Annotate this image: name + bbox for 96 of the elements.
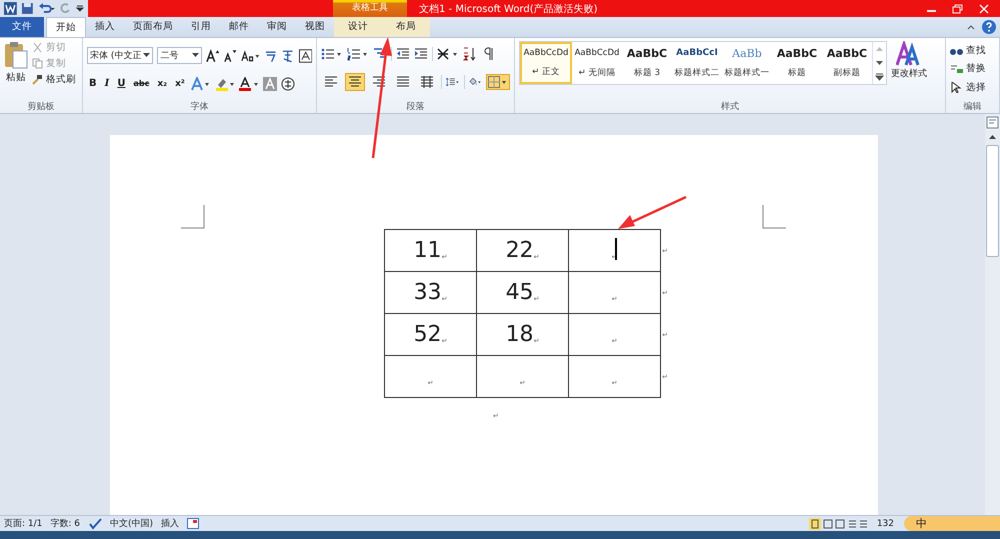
highlighter-icon[interactable] (214, 76, 235, 91)
font-size-field[interactable]: 二号 (157, 47, 202, 64)
word-logo-icon (4, 2, 17, 15)
format-button[interactable]: x₂ (155, 78, 170, 89)
enclose-character-icon[interactable] (280, 76, 295, 91)
ribbon-tab[interactable]: 视图 (296, 17, 334, 37)
change-styles-button[interactable]: 更改样式 (891, 41, 927, 80)
style-item[interactable]: AaBbC 标题 3 (622, 42, 672, 84)
pointer-icon (950, 82, 963, 94)
numbering-icon[interactable] (347, 47, 369, 61)
ribbon-tab[interactable]: 文件 (0, 17, 44, 37)
insert-mode[interactable]: 插入 (161, 517, 180, 530)
line-spacing-icon[interactable] (446, 75, 460, 89)
chinese-layout-icon[interactable] (437, 47, 459, 61)
borders-button[interactable] (486, 74, 510, 90)
format-button[interactable]: U (115, 78, 128, 90)
style-item[interactable]: AaBbCcDd ↵ 正文 (520, 42, 572, 84)
replace-button[interactable]: 替换 (950, 62, 986, 76)
ribbon-tab[interactable]: 设计 (334, 17, 382, 37)
change-case-icon[interactable] (240, 48, 260, 63)
annotation-arrow (618, 196, 687, 229)
format-button[interactable]: B (87, 78, 99, 90)
ribbon-tab[interactable]: 插入 (86, 17, 124, 37)
style-item[interactable]: AaBbCcDd ↵ 无间隔 (572, 42, 622, 84)
language-indicator[interactable]: 中文(中国) (110, 517, 154, 530)
group-label: 样式 (720, 100, 740, 113)
margin-corner-mark (181, 205, 205, 229)
window-title: 文档1 - Microsoft Word(产品激活失败) (419, 2, 598, 16)
enclosed-character-icon[interactable] (298, 48, 312, 63)
ruler-toggle-icon[interactable] (986, 116, 999, 129)
context-tab-group: 表格工具 (333, 0, 407, 17)
align-button[interactable] (345, 73, 365, 91)
group-label: 段落 (406, 100, 426, 113)
align-center-icon (348, 76, 362, 88)
scroll-down-icon[interactable] (875, 59, 884, 67)
style-item[interactable]: AaBb 标题样式一 (722, 42, 772, 84)
word-count[interactable]: 字数: 6 (50, 517, 80, 530)
page-count[interactable]: 页面: 1/1 (4, 517, 42, 530)
find-button[interactable]: 查找 (950, 44, 986, 57)
format-painter-button[interactable]: 格式刷 (32, 73, 76, 86)
grid-icon (488, 76, 508, 88)
restore-icon[interactable] (952, 4, 964, 14)
ribbon-tab[interactable]: 邮件 (220, 17, 258, 37)
scissors-icon (32, 42, 43, 53)
undo-icon[interactable] (38, 2, 56, 15)
paste-button[interactable]: 粘贴 (4, 41, 28, 97)
zoom-level[interactable]: 132 (876, 518, 894, 528)
letters-icon (896, 41, 922, 67)
ime-indicator[interactable]: 中 (904, 516, 1000, 531)
group-label: 剪贴板 (26, 100, 56, 113)
justify-icon (396, 76, 410, 88)
multilevel-list-icon[interactable] (373, 47, 387, 61)
format-button[interactable]: x² (173, 78, 187, 89)
ribbon-tab[interactable]: 引用 (182, 17, 220, 37)
replace-icon (950, 63, 963, 74)
style-item[interactable]: AaBbCcI 标题样式二 (672, 42, 722, 84)
ribbon-tab[interactable]: 布局 (382, 17, 430, 37)
margin-corner-mark (762, 205, 786, 229)
group-label: 字体 (190, 100, 210, 113)
font-name-field[interactable]: 宋体 (中文正 (87, 47, 154, 64)
help-icon[interactable] (982, 20, 996, 34)
clipboard-icon (4, 41, 28, 69)
distributed-icon (420, 76, 434, 88)
save-icon[interactable] (20, 2, 34, 15)
format-button[interactable]: I (102, 78, 112, 90)
view-buttons-icon[interactable] (808, 518, 869, 530)
shrink-font-icon[interactable] (223, 48, 237, 63)
ribbon-tab[interactable]: 审阅 (258, 17, 296, 37)
ribbon-tab[interactable]: 页面布局 (124, 17, 182, 37)
align-right-icon (372, 76, 386, 88)
increase-indent-icon[interactable] (414, 47, 428, 61)
vertical-scrollbar[interactable] (985, 114, 1000, 515)
more-styles-icon[interactable] (875, 73, 884, 81)
dropdown-caret-icon (143, 53, 150, 58)
macro-icon[interactable] (187, 518, 200, 529)
grow-font-icon[interactable] (206, 48, 220, 63)
decrease-indent-icon[interactable] (396, 47, 410, 61)
text-effects-icon[interactable] (190, 76, 211, 91)
sort-icon[interactable] (463, 47, 477, 61)
brush-icon (32, 74, 43, 85)
dropdown-caret-icon (192, 53, 199, 58)
character-border-icon[interactable] (281, 48, 295, 63)
scrollbar-thumb[interactable] (986, 145, 999, 257)
style-item[interactable]: AaBbC 标题 (772, 42, 822, 84)
bullets-icon[interactable] (321, 47, 343, 61)
phonetic-guide-icon[interactable] (264, 48, 278, 63)
style-item[interactable]: AaBbC 副标题 (822, 42, 872, 84)
align-left-icon (324, 76, 338, 88)
select-button[interactable]: 选择 (950, 81, 986, 94)
close-icon[interactable] (978, 4, 990, 14)
group-label: 编辑 (962, 100, 982, 113)
font-color-icon[interactable] (238, 76, 259, 91)
ribbon-tab[interactable]: 开始 (46, 17, 86, 37)
format-button[interactable]: abc (131, 79, 152, 88)
copy-icon (32, 58, 43, 69)
proofing-icon[interactable] (88, 518, 102, 530)
